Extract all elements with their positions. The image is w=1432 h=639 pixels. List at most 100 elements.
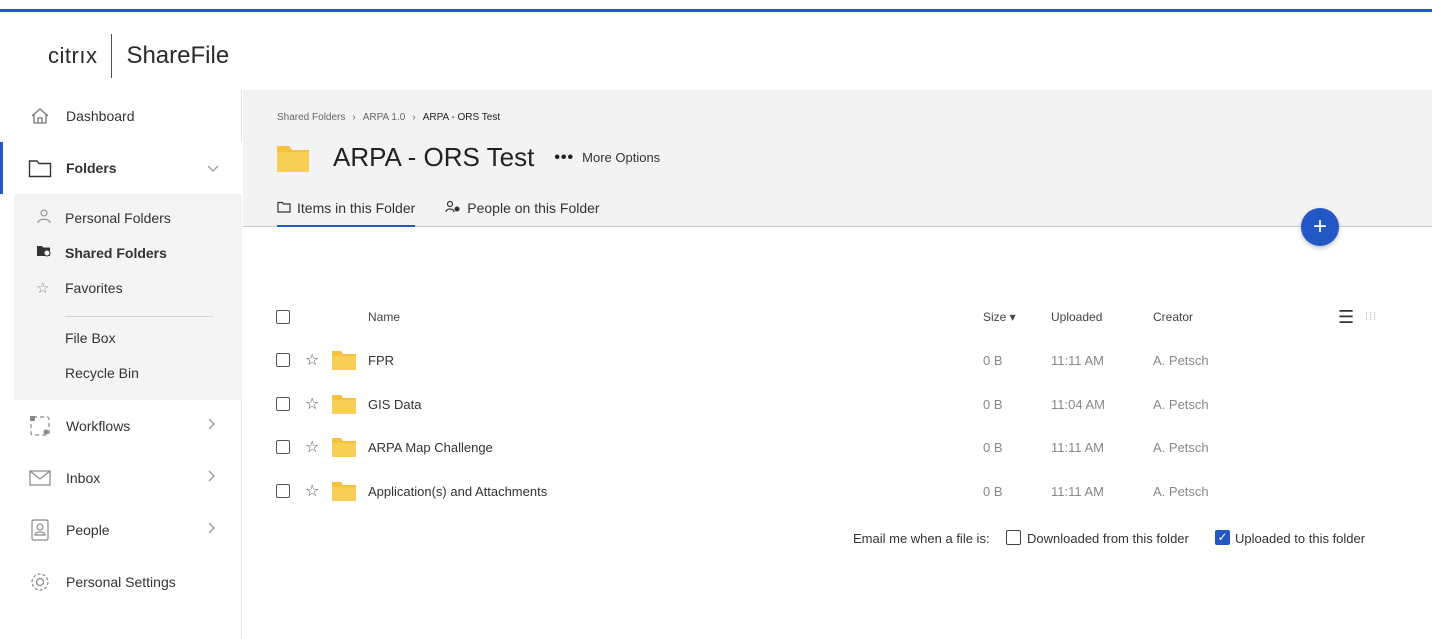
nav-shared-folders[interactable]: Shared Folders: [14, 243, 242, 263]
star-icon[interactable]: ☆: [305, 350, 319, 370]
page-title: ARPA - ORS Test: [333, 142, 535, 172]
person-icon: [36, 208, 54, 228]
row-checkbox[interactable]: [276, 440, 290, 454]
table-row[interactable]: ☆ GIS Data 0 B 11:04 AM A. Petsch: [243, 389, 1432, 419]
email-notify-label: Email me when a file is:: [853, 531, 990, 546]
folder-icon: [332, 482, 356, 501]
mail-icon: [26, 464, 54, 492]
star-icon[interactable]: ☆: [305, 437, 319, 457]
tab-items-label: Items in this Folder: [297, 200, 416, 216]
file-creator: A. Petsch: [1153, 483, 1209, 499]
star-icon[interactable]: ☆: [305, 394, 319, 414]
nav-personal-settings-label: Personal Settings: [66, 574, 176, 590]
table-header: Name Size ▾ Uploaded Creator ☰ ⁞⁞⁞: [243, 302, 1432, 332]
email-notify: Email me when a file is: Downloaded from…: [243, 528, 1432, 550]
nav-folders[interactable]: Folders: [0, 142, 242, 194]
uploaded-label[interactable]: Uploaded to this folder: [1235, 531, 1365, 546]
tab-people[interactable]: People on this Folder: [445, 200, 600, 227]
file-name[interactable]: ARPA Map Challenge: [368, 440, 493, 455]
row-checkbox[interactable]: [276, 484, 290, 498]
table-row[interactable]: ☆ FPR 0 B 11:11 AM A. Petsch: [243, 345, 1432, 375]
file-size: 0 B: [983, 439, 1003, 455]
more-options-icon[interactable]: •••: [554, 149, 574, 167]
file-uploaded: 11:11 AM: [1051, 439, 1104, 455]
folder-icon: [332, 438, 356, 457]
people-key-icon: [445, 200, 461, 217]
column-name[interactable]: Name: [368, 310, 400, 324]
downloaded-label[interactable]: Downloaded from this folder: [1027, 531, 1189, 546]
file-name[interactable]: GIS Data: [368, 397, 421, 412]
logo-separator: [111, 34, 113, 78]
nav-favorites-label: Favorites: [65, 280, 123, 296]
sidebar: Dashboard Folders Personal Folders Share…: [0, 90, 242, 639]
breadcrumb-separator-icon: ›: [352, 112, 356, 123]
more-options-button[interactable]: More Options: [582, 150, 660, 165]
file-creator: A. Petsch: [1153, 396, 1209, 412]
column-creator[interactable]: Creator: [1153, 310, 1193, 324]
tab-items[interactable]: Items in this Folder: [277, 200, 416, 227]
star-icon[interactable]: ☆: [305, 481, 319, 501]
nav-file-box[interactable]: File Box: [14, 328, 242, 348]
folder-tabs: Items in this Folder People on this Fold…: [277, 200, 630, 227]
chevron-right-icon: [206, 469, 216, 487]
nav-personal-settings[interactable]: Personal Settings: [0, 568, 242, 596]
file-size: 0 B: [983, 483, 1003, 499]
workflow-icon: [26, 412, 54, 440]
file-uploaded: 11:11 AM: [1051, 352, 1104, 368]
subnav-divider: [65, 316, 213, 317]
logo-sharefile: ShareFile: [126, 42, 230, 69]
file-uploaded: 11:04 AM: [1051, 396, 1105, 412]
nav-personal-folders-label: Personal Folders: [65, 210, 171, 226]
row-checkbox[interactable]: [276, 397, 290, 411]
file-size: 0 B: [983, 396, 1003, 412]
nav-recycle-bin[interactable]: Recycle Bin: [14, 363, 242, 383]
nav-inbox-label: Inbox: [66, 470, 101, 486]
uploaded-checkbox[interactable]: ✓: [1215, 530, 1230, 545]
file-name[interactable]: FPR: [368, 353, 394, 368]
row-checkbox[interactable]: [276, 353, 290, 367]
nav-dashboard-label: Dashboard: [66, 108, 135, 124]
tab-people-label: People on this Folder: [467, 200, 600, 216]
folder-header: Shared Folders › ARPA 1.0 › ARPA - ORS T…: [243, 90, 1432, 227]
select-all-checkbox[interactable]: [276, 310, 290, 324]
logo-citrix: citrıx: [48, 43, 98, 68]
nav-favorites[interactable]: ☆ Favorites: [14, 278, 242, 298]
add-button[interactable]: +: [1301, 208, 1339, 246]
nav-inbox[interactable]: Inbox: [0, 464, 242, 492]
breadcrumb-item[interactable]: Shared Folders: [277, 112, 345, 123]
title-row: ARPA - ORS Test ••• More Options: [277, 142, 660, 173]
file-creator: A. Petsch: [1153, 439, 1209, 455]
nav-folders-label: Folders: [66, 160, 117, 176]
column-size[interactable]: Size ▾: [983, 310, 1016, 324]
file-uploaded: 11:11 AM: [1051, 483, 1104, 499]
nav-workflows[interactable]: Workflows: [0, 412, 242, 440]
breadcrumb-current: ARPA - ORS Test: [422, 112, 501, 123]
logo[interactable]: citrıx ShareFile: [48, 34, 229, 78]
folder-icon: [332, 395, 356, 414]
app-header: citrıx ShareFile: [0, 12, 1432, 90]
star-icon: ☆: [36, 280, 50, 297]
nav-personal-folders[interactable]: Personal Folders: [14, 208, 242, 228]
column-uploaded[interactable]: Uploaded: [1051, 310, 1102, 324]
nav-people-label: People: [66, 522, 110, 538]
grid-view-icon[interactable]: ⁞⁞⁞: [1365, 311, 1377, 323]
chevron-down-icon: [206, 160, 220, 177]
nav-file-box-label: File Box: [65, 330, 116, 346]
nav-dashboard[interactable]: Dashboard: [0, 102, 242, 130]
list-view-icon[interactable]: ☰: [1338, 307, 1354, 328]
nav-people[interactable]: People: [0, 516, 242, 544]
nav-recycle-bin-label: Recycle Bin: [65, 365, 139, 381]
table-row[interactable]: ☆ ARPA Map Challenge 0 B 11:11 AM A. Pet…: [243, 432, 1432, 462]
downloaded-checkbox[interactable]: [1006, 530, 1021, 545]
folder-outline-icon: [26, 154, 54, 182]
shared-folder-icon: [36, 243, 54, 263]
gear-icon: [26, 568, 54, 596]
table-row[interactable]: ☆ Application(s) and Attachments 0 B 11:…: [243, 476, 1432, 506]
breadcrumb-item[interactable]: ARPA 1.0: [363, 112, 406, 123]
breadcrumb: Shared Folders › ARPA 1.0 › ARPA - ORS T…: [277, 112, 500, 123]
file-name[interactable]: Application(s) and Attachments: [368, 484, 547, 499]
nav-shared-folders-label: Shared Folders: [65, 245, 167, 261]
folder-icon: [332, 351, 356, 370]
file-creator: A. Petsch: [1153, 352, 1209, 368]
contact-card-icon: [26, 516, 54, 544]
